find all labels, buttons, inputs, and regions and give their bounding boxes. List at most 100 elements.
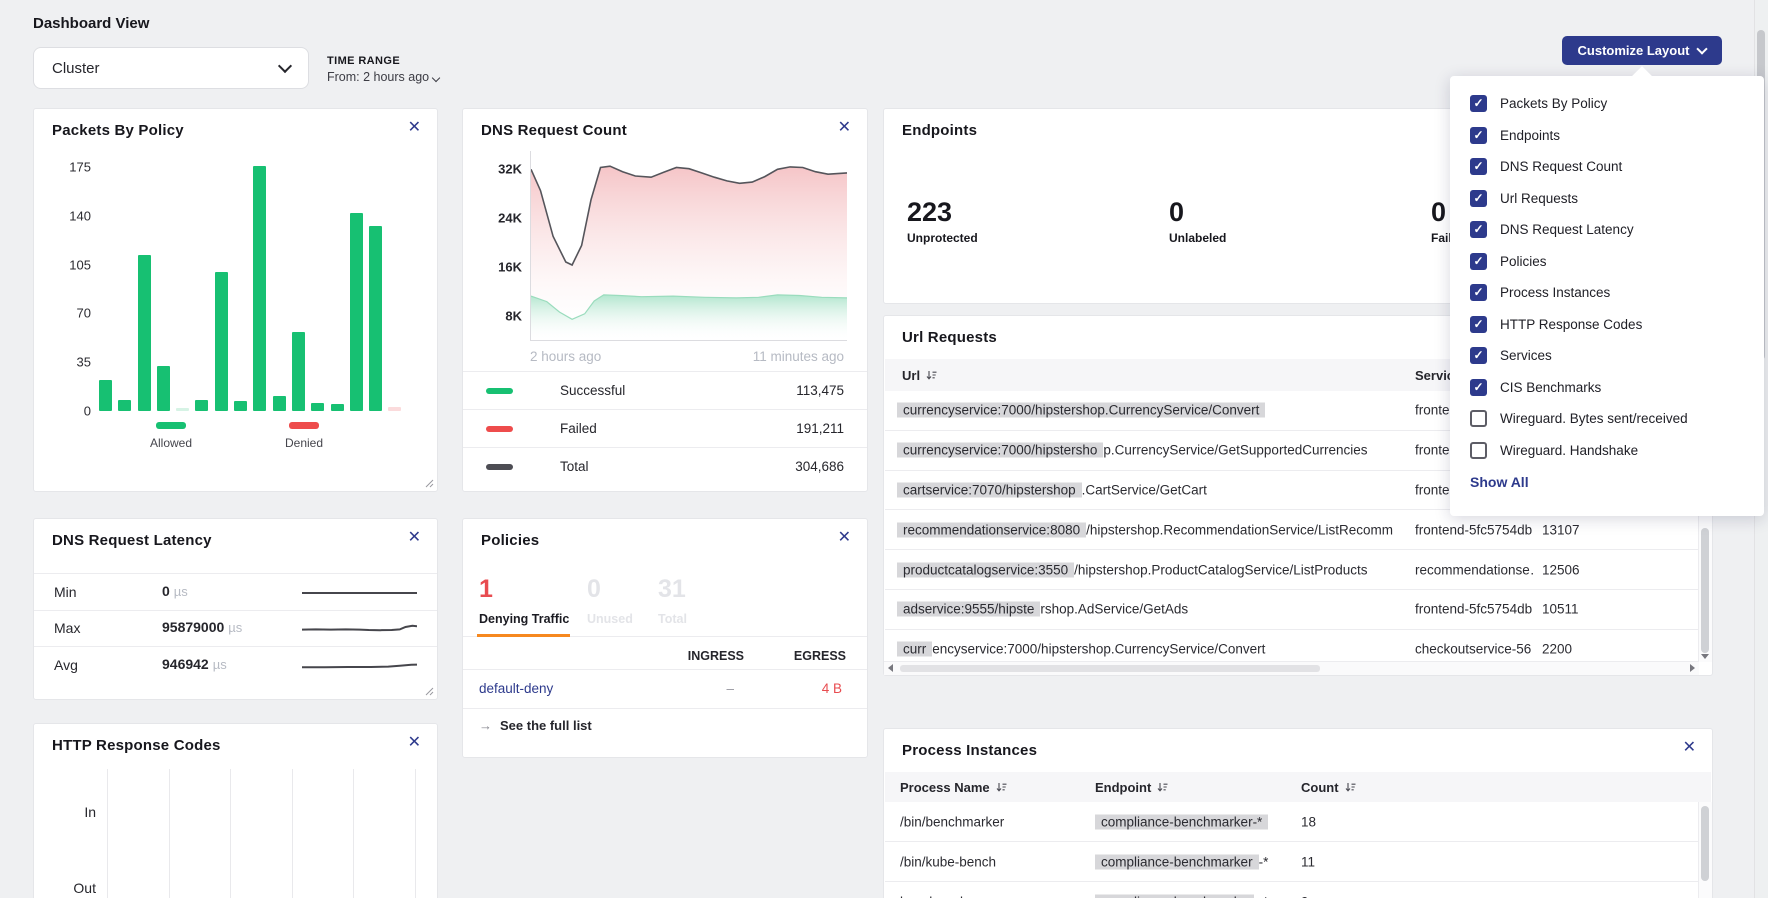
card-title: Packets By Policy bbox=[52, 122, 184, 139]
menu-item-cis-benchmarks[interactable]: ✓CIS Benchmarks bbox=[1450, 372, 1764, 404]
see-full-list-link[interactable]: → See the full list bbox=[479, 718, 592, 733]
checkbox-checked-icon[interactable]: ✓ bbox=[1470, 158, 1487, 175]
menu-item-label: Wireguard. Handshake bbox=[1500, 443, 1638, 458]
checkbox-checked-icon[interactable]: ✓ bbox=[1470, 190, 1487, 207]
url-request-row[interactable]: recommendationservice:8080/hipstershop.R… bbox=[885, 510, 1698, 550]
menu-item-process-instances[interactable]: ✓Process Instances bbox=[1450, 277, 1764, 309]
checkbox-checked-icon[interactable]: ✓ bbox=[1470, 253, 1487, 270]
stat-value: 0 bbox=[1169, 197, 1226, 228]
checkbox-unchecked-icon[interactable] bbox=[1470, 442, 1487, 459]
bar-allowed bbox=[350, 213, 363, 411]
menu-item-wireguard-bytes-sent-received[interactable]: Wireguard. Bytes sent/received bbox=[1450, 403, 1764, 435]
customize-layout-button[interactable]: Customize Layout bbox=[1562, 36, 1722, 65]
checkbox-checked-icon[interactable]: ✓ bbox=[1470, 127, 1487, 144]
bar-allowed bbox=[253, 166, 266, 411]
close-icon[interactable]: ✕ bbox=[408, 735, 421, 751]
packets-by-policy-chart: 03570105140175 bbox=[99, 165, 401, 411]
service-cell: checkoutservice-56… bbox=[1415, 642, 1533, 657]
vertical-scrollbar[interactable] bbox=[1698, 802, 1712, 898]
url-request-row[interactable]: adservice:9555/hipstershop.AdService/Get… bbox=[885, 590, 1698, 630]
process-row[interactable]: benchmarkercompliance-benchmarker-*9 bbox=[885, 882, 1698, 898]
endpoint-cell: compliance-benchmarker-* bbox=[1095, 854, 1290, 869]
process-row[interactable]: /bin/benchmarkercompliance-benchmarker-*… bbox=[885, 802, 1698, 842]
legend-swatch bbox=[486, 464, 513, 470]
close-icon[interactable]: ✕ bbox=[838, 530, 851, 546]
sort-icon bbox=[926, 370, 937, 381]
count-column-header[interactable]: Count bbox=[1301, 780, 1356, 795]
legend-row-total: Total304,686 bbox=[463, 447, 867, 485]
menu-item-dns-request-latency[interactable]: ✓ DNS Request Latency bbox=[1450, 214, 1764, 246]
checkbox-checked-icon[interactable]: ✓ bbox=[1470, 221, 1487, 238]
process-name-column-header[interactable]: Process Name bbox=[900, 780, 1007, 795]
checkbox-checked-icon[interactable]: ✓ bbox=[1470, 379, 1487, 396]
legend-swatch bbox=[289, 422, 319, 429]
legend-value: 191,211 bbox=[796, 421, 844, 436]
menu-item-policies[interactable]: ✓Policies bbox=[1450, 246, 1764, 278]
endpoint-rest: -* bbox=[1259, 854, 1269, 869]
checkbox-unchecked-icon[interactable] bbox=[1470, 410, 1487, 427]
scroll-left-icon[interactable] bbox=[888, 664, 893, 672]
scrollbar-thumb[interactable] bbox=[900, 665, 1320, 672]
time-range-from[interactable]: From: 2 hours ago bbox=[327, 70, 439, 84]
bar-allowed bbox=[138, 255, 151, 411]
endpoint-column-header[interactable]: Endpoint bbox=[1095, 780, 1168, 795]
horizontal-scrollbar[interactable] bbox=[884, 661, 1699, 675]
resize-handle[interactable] bbox=[425, 479, 434, 488]
menu-item-packets-by-policy[interactable]: ✓Packets By Policy bbox=[1450, 88, 1764, 120]
menu-item-label: HTTP Response Codes bbox=[1500, 317, 1642, 332]
customize-menu-items: ✓Packets By Policy✓Endpoints✓DNS Request… bbox=[1450, 88, 1764, 466]
service-cell: frontend-5fc5754db… bbox=[1415, 602, 1533, 617]
process-table-header: Process Name Endpoint Count bbox=[885, 772, 1711, 802]
policies-tab-total[interactable]: 31Total bbox=[658, 575, 687, 626]
bar-allowed bbox=[234, 401, 247, 411]
menu-item-services[interactable]: ✓ Services bbox=[1450, 340, 1764, 372]
policies-tab-unused[interactable]: 0Unused bbox=[587, 575, 633, 626]
url-column-header[interactable]: Url bbox=[902, 368, 937, 383]
menu-item-label: DNS Request Latency bbox=[1500, 222, 1634, 237]
checkbox-checked-icon[interactable]: ✓ bbox=[1470, 284, 1487, 301]
scroll-right-icon[interactable] bbox=[1690, 664, 1695, 672]
view-selector[interactable]: Cluster bbox=[33, 47, 309, 89]
url-highlight: cartservice:7070/hipstershop bbox=[897, 482, 1082, 497]
dashboard-page: Dashboard View Cluster TIME RANGE From: … bbox=[0, 0, 1768, 898]
close-icon[interactable]: ✕ bbox=[408, 120, 421, 136]
menu-item-dns-request-count[interactable]: ✓DNS Request Count bbox=[1450, 151, 1764, 183]
endpoint-cell: compliance-benchmarker-* bbox=[1095, 814, 1290, 829]
policies-tab-denying-traffic[interactable]: 1Denying Traffic bbox=[479, 575, 569, 626]
menu-item-wireguard-handshake[interactable]: Wireguard. Handshake bbox=[1450, 435, 1764, 467]
card-title: Policies bbox=[481, 532, 539, 549]
egress-header: EGRESS bbox=[794, 649, 846, 663]
checkbox-checked-icon[interactable]: ✓ bbox=[1470, 95, 1487, 112]
menu-item-label: Services bbox=[1500, 348, 1552, 363]
close-icon[interactable]: ✕ bbox=[1683, 740, 1696, 756]
y-tick-label: 175 bbox=[49, 159, 91, 174]
dns-area-chart-svg bbox=[531, 151, 847, 340]
bar-allowed bbox=[118, 400, 131, 411]
scrollbar-thumb[interactable] bbox=[1701, 806, 1709, 881]
url-rest: .CartService/GetCart bbox=[1082, 482, 1207, 497]
url-highlight: currencyservice:7000/hipstersho bbox=[897, 443, 1103, 458]
resize-handle[interactable] bbox=[425, 687, 434, 696]
latency-rows: Min0µsMax95879000µsAvg946942µs bbox=[34, 573, 437, 683]
service-cell: frontend-5fc5754db… bbox=[1415, 522, 1533, 537]
url-request-row[interactable]: productcatalogservice:3550/hipstershop.P… bbox=[885, 550, 1698, 590]
scroll-down-icon[interactable] bbox=[1701, 654, 1709, 659]
checkbox-checked-icon[interactable]: ✓ bbox=[1470, 316, 1487, 333]
legend-swatch bbox=[486, 388, 513, 394]
y-tick-label: 24K bbox=[482, 211, 522, 226]
url-highlight: adservice:9555/hipste bbox=[897, 602, 1040, 617]
legend-row-failed: Failed191,211 bbox=[463, 409, 867, 447]
menu-item-url-requests[interactable]: ✓Url Requests bbox=[1450, 183, 1764, 215]
menu-item-http-response-codes[interactable]: ✓ HTTP Response Codes bbox=[1450, 309, 1764, 341]
process-row[interactable]: /bin/kube-benchcompliance-benchmarker-*1… bbox=[885, 842, 1698, 882]
show-all-link[interactable]: Show All bbox=[1450, 466, 1764, 490]
card-title: HTTP Response Codes bbox=[52, 737, 221, 754]
checkbox-checked-icon[interactable]: ✓ bbox=[1470, 347, 1487, 364]
scrollbar-thumb[interactable] bbox=[1701, 528, 1709, 653]
menu-item-endpoints[interactable]: ✓Endpoints bbox=[1450, 120, 1764, 152]
endpoint-highlight: compliance-benchmarker bbox=[1095, 854, 1259, 869]
policy-link[interactable]: default-deny bbox=[479, 681, 553, 696]
close-icon[interactable]: ✕ bbox=[408, 530, 421, 546]
close-icon[interactable]: ✕ bbox=[838, 120, 851, 136]
tab-label: Denying Traffic bbox=[479, 612, 569, 626]
